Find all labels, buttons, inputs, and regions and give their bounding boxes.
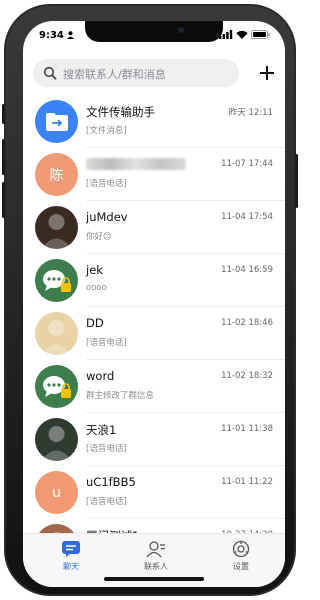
mute-switch — [2, 104, 5, 124]
chat-lock-icon — [42, 269, 71, 292]
search-placeholder: 搜索联系人/群和消息 — [63, 68, 166, 81]
chat-preview: [语音电话] — [86, 338, 127, 348]
chat-name: jek — [86, 263, 103, 277]
avatar-initial: u — [52, 484, 61, 501]
avatar: u — [35, 471, 78, 514]
tab-label: 聊天 — [63, 562, 79, 571]
tab-settings[interactable]: 设置 — [201, 540, 281, 572]
photo-avatar-icon — [41, 214, 72, 249]
chat-preview: [语音电话] — [86, 444, 127, 454]
phone-frame: 9:34 搜索联系人/群和消息 文件传输助手 [文件消息] 昨天 12:11 陈… — [2, 4, 298, 596]
chat-row[interactable]: word 群主修改了群信息 11-02 18:32 — [23, 360, 285, 413]
volume-down-button — [2, 182, 5, 218]
chat-preview: oooo — [86, 283, 107, 293]
folder-icon — [45, 112, 68, 131]
volume-up-button — [2, 139, 5, 175]
chat-time: 11-01 11:38 — [221, 424, 273, 434]
home-indicator — [104, 577, 204, 581]
contacts-icon — [146, 541, 165, 558]
avatar — [35, 100, 78, 143]
search-row: 搜索联系人/群和消息 — [33, 59, 279, 87]
battery-icon — [251, 30, 270, 39]
chat-row[interactable]: DD [语音电话] 11-02 18:46 — [23, 307, 285, 360]
chat-list: 文件传输助手 [文件消息] 昨天 12:11 陈 [语音电话] 11-07 17:44 ju… — [23, 95, 285, 535]
chat-time: 11-02 18:32 — [221, 371, 273, 381]
chat-preview: [语音电话] — [86, 497, 127, 507]
chat-preview: [语音电话] — [86, 179, 127, 189]
wifi-icon — [236, 30, 248, 39]
add-button[interactable] — [255, 61, 279, 85]
chat-name: 文件传输助手 — [86, 105, 155, 119]
avatar — [35, 312, 78, 355]
camera — [178, 27, 184, 33]
chat-row[interactable]: 天浪1 [语音电话] 11-01 11:38 — [23, 413, 285, 466]
status-time: 9:34 — [39, 30, 64, 41]
blurred-name — [86, 158, 186, 170]
chat-time: 11-07 17:44 — [221, 159, 273, 169]
tab-chats[interactable]: 聊天 — [31, 540, 111, 572]
chat-preview: 群主修改了群信息 — [86, 391, 155, 401]
person-icon — [67, 31, 74, 39]
chat-time: 11-04 17:54 — [221, 212, 273, 222]
photo-avatar-icon — [41, 320, 72, 355]
photo-avatar-icon — [41, 426, 72, 461]
chat-row[interactable]: 陈 [语音电话] 11-07 17:44 — [23, 148, 285, 201]
tab-label: 设置 — [233, 562, 249, 571]
avatar — [35, 206, 78, 249]
chat-time: 11-02 18:46 — [221, 318, 273, 328]
chat-row[interactable]: u uC1fBB5 [语音电话] 11-01 11:22 — [23, 466, 285, 519]
chat-row[interactable]: jek oooo 11-04 16:59 — [23, 254, 285, 307]
chat-name: 天浪1 — [86, 423, 117, 437]
chat-time: 11-01 11:22 — [221, 477, 273, 487]
screen: 9:34 搜索联系人/群和消息 文件传输助手 [文件消息] 昨天 12:11 陈… — [23, 21, 285, 587]
search-icon — [43, 66, 57, 80]
chat-icon — [62, 541, 80, 557]
chat-row[interactable]: 文件传输助手 [文件消息] 昨天 12:11 — [23, 95, 285, 148]
chat-preview: [文件消息] — [86, 126, 127, 136]
avatar — [35, 259, 78, 302]
chat-row[interactable]: juMdev 你好😊 11-04 17:54 — [23, 201, 285, 254]
chat-name: juMdev — [86, 210, 128, 224]
power-button — [295, 154, 298, 208]
chat-name: uC1fBB5 — [86, 475, 136, 489]
avatar-initial: 陈 — [49, 167, 64, 184]
avatar — [35, 418, 78, 461]
search-input[interactable]: 搜索联系人/群和消息 — [33, 59, 239, 87]
plus-icon — [260, 66, 274, 80]
chat-time: 11-04 16:59 — [221, 265, 273, 275]
settings-icon — [232, 540, 250, 558]
notch — [85, 21, 223, 42]
tab-bar: 聊天 联系人 设置 — [23, 533, 285, 587]
chat-name: word — [86, 369, 115, 383]
chat-preview: 你好😊 — [86, 232, 112, 242]
chat-time: 昨天 12:11 — [228, 108, 273, 118]
tab-label: 联系人 — [144, 562, 168, 571]
chat-name: DD — [86, 316, 104, 330]
avatar: 陈 — [35, 153, 78, 196]
avatar — [35, 365, 78, 408]
tab-contacts[interactable]: 联系人 — [116, 540, 196, 572]
chat-lock-icon — [42, 375, 71, 398]
